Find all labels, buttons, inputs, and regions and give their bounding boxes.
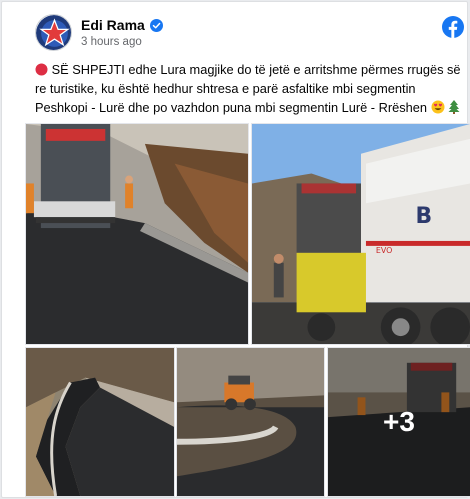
author-row: Edi Rama (81, 17, 163, 33)
photo-truck-paver[interactable]: B EVO (251, 123, 470, 345)
photo-more[interactable]: +3 (327, 347, 470, 497)
author-avatar[interactable] (35, 14, 72, 51)
more-photos-count: +3 (383, 406, 415, 437)
photo-paver-road[interactable] (25, 123, 249, 345)
facebook-logo-icon[interactable] (442, 16, 464, 38)
photo-winding-road[interactable] (25, 347, 175, 497)
star-logo-icon (36, 15, 71, 50)
truck-brand-text: EVO (376, 246, 392, 255)
author-name[interactable]: Edi Rama (81, 17, 145, 33)
verified-badge-icon (149, 18, 163, 32)
evergreen-tree-emoji-icon (448, 100, 460, 114)
post-card: Edi Rama 3 hours ago SË SHPEJTI edhe Lur… (1, 1, 470, 498)
truck-sign-letter: B (416, 204, 433, 229)
heart-eyes-emoji-icon (431, 100, 445, 114)
more-photos-overlay[interactable]: +3 (328, 348, 470, 496)
post-text: SË SHPEJTI edhe Lura magjike do të jetë … (35, 60, 463, 117)
red-circle-icon (35, 63, 48, 76)
post-body: SË SHPEJTI edhe Lura magjike do të jetë … (35, 62, 461, 115)
photo-roller-curve[interactable] (176, 347, 325, 497)
post-timestamp[interactable]: 3 hours ago (81, 36, 142, 48)
